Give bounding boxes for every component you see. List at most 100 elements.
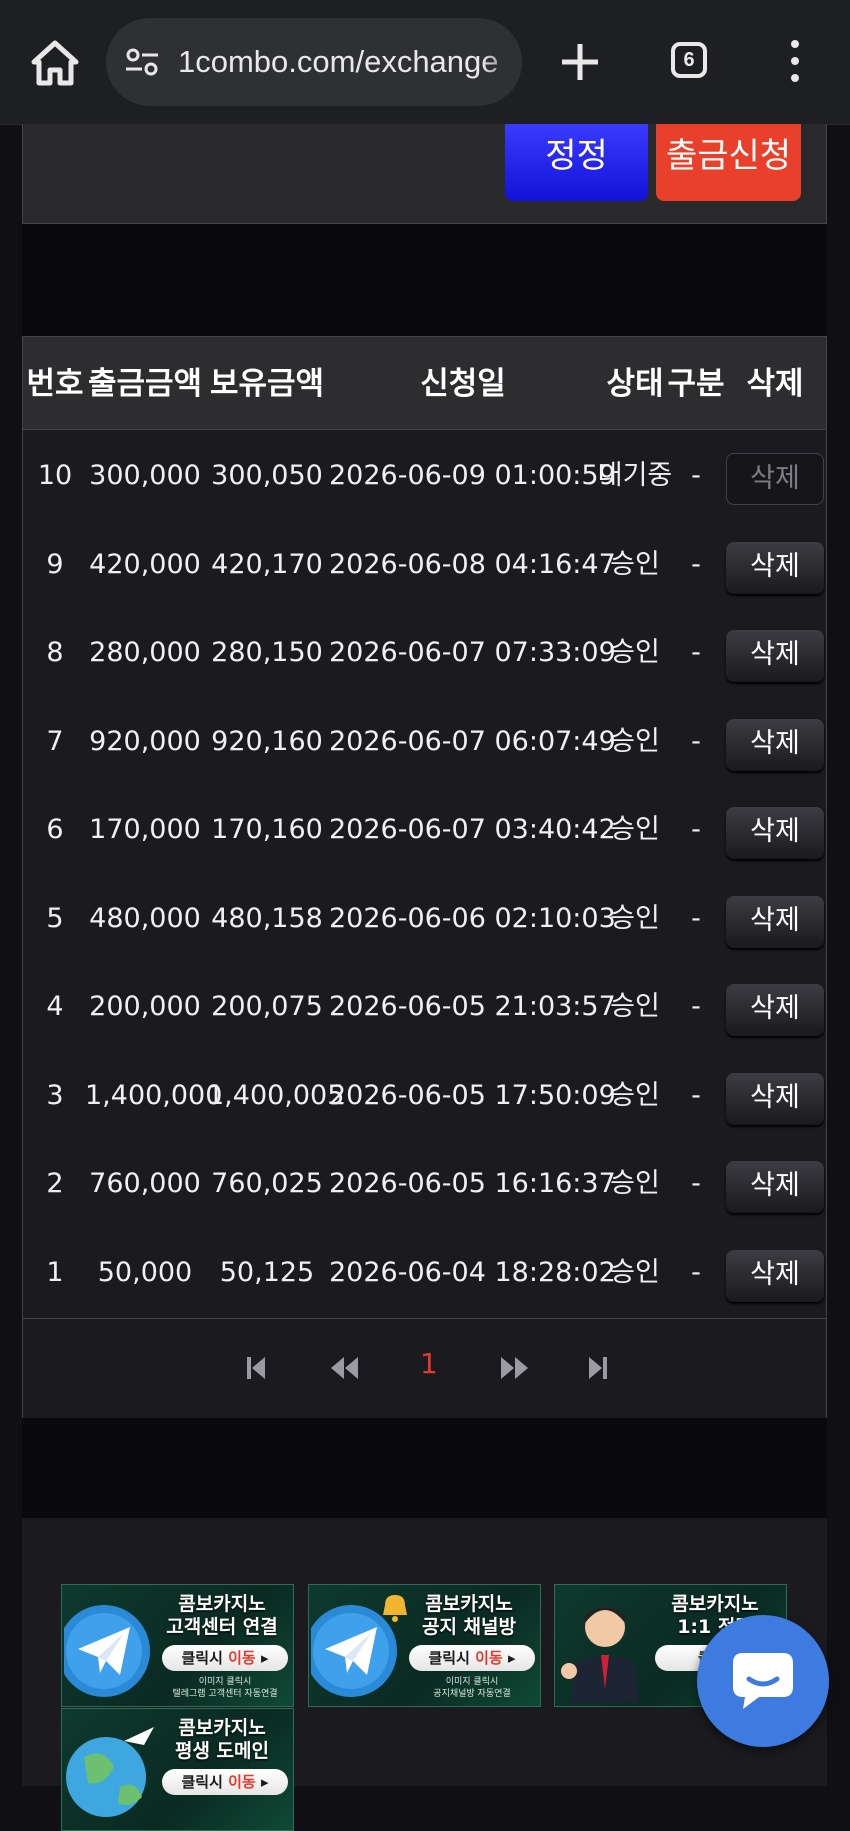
cell-holding-amount: 1,400,005 [207,1079,345,1111]
banner-note: 이미지 클릭시 [445,1677,499,1687]
pill-prefix: 클릭시 [428,1649,476,1667]
cell-withdraw-amount: 1,400,000 [85,1079,223,1111]
new-tab-icon[interactable] [556,38,604,86]
correct-button[interactable]: 정정 [505,124,648,201]
cell-category: - [691,460,701,491]
pill-prefix: 클릭시 [181,1773,229,1791]
live-chat-button[interactable] [697,1615,829,1747]
cell-request-date: 2026-06-07 07:33:09 [329,637,616,668]
cell-request-date: 2026-06-06 02:10:03 [329,902,616,934]
banner-title: 콤보카지노 [671,1593,759,1615]
banner-click-pill[interactable]: 클릭시 이동 ▸ [409,1645,535,1671]
home-icon[interactable] [28,38,82,88]
banner-link[interactable]: 콤보카지노 평생 도메인클릭시 이동 ▸ [61,1708,294,1831]
cell-request-date: 2026-06-09 01:00:59 [329,460,616,491]
page-1-link[interactable]: 1 [420,1347,438,1380]
banner-subtitle: 평생 도메인 [174,1740,269,1762]
cell-holding-amount: 480,158 [211,902,323,934]
cell-holding-amount: 300,050 [211,460,323,491]
cell-no: 9 [46,548,64,580]
banner-note-detail: 텔레그램 고객센터 자동연결 [172,1689,278,1699]
next-page-icon[interactable] [497,1351,531,1385]
banner-title: 콤보카지노 [425,1593,513,1615]
delete-button[interactable]: 삭제 [726,1161,824,1213]
delete-button[interactable]: 삭제 [726,1249,824,1302]
banner-link[interactable]: 콤보카지노 고객센터 연결 클릭시 이동 ▸ 이미지 클릭시 텔레그램 고객센터 자동연… [61,1584,294,1707]
table-row: 10 300,000 300,050 2026-06-09 01:00:59 대기중 - 삭… [23,433,826,521]
cell-category: - [691,548,701,580]
tab-switcher-button[interactable]: 6 [671,42,707,78]
table-header: 번호 출금금액 보유금액 신청일 상태 구분 삭제 [23,337,826,430]
more-menu-icon[interactable] [783,40,807,86]
pagination: 1 [23,1318,826,1418]
delete-button[interactable]: 삭제 [726,807,824,859]
table-row: 2 760,000 760,025 2026-06-05 16:16:37 승인 - 삭제 [23,1141,826,1229]
cell-category: - [691,725,701,757]
cell-no: 2 [46,1168,64,1199]
table-row: 4 200,000 200,075 2026-06-05 21:03:57 승인 - 삭제 [23,964,826,1052]
cell-holding-amount: 200,075 [211,991,323,1022]
cell-no: 8 [46,637,64,668]
cell-request-date: 2026-06-05 17:50:09 [329,1079,616,1111]
banner-title: 콤보카지노 [178,1593,266,1615]
section-divider-bottom [22,1418,827,1518]
url-fade [482,18,522,106]
pill-action: 이동 [475,1649,503,1667]
cell-request-date: 2026-06-04 18:28:02 [329,1256,616,1288]
header-withdraw-amount: 출금금액 [87,366,203,402]
cell-holding-amount: 170,160 [211,814,323,845]
prev-page-icon[interactable] [328,1351,362,1385]
cell-withdraw-amount: 50,000 [97,1256,193,1288]
cell-category: - [691,902,701,934]
banner-click-pill[interactable]: 클릭시 이동 ▸ [162,1645,288,1671]
banner-note: 이미지 클릭시 [198,1677,252,1687]
banner-subtitle: 공지 채널방 [421,1616,516,1638]
cell-no: 10 [37,460,73,491]
pill-action: 이동 [228,1649,256,1667]
table-row: 6 170,000 170,160 2026-06-07 03:40:42 승인 - 삭제 [23,787,826,875]
cell-request-date: 2026-06-07 06:07:49 [329,725,616,757]
last-page-icon[interactable] [587,1351,609,1385]
table-row: 3 1,400,000 1,400,005 2026-06-05 17:50:09 승인… [23,1053,826,1141]
banner-title: 콤보카지노 [178,1717,266,1739]
url-text: 1combo.com/exchange [178,44,499,79]
cell-category: - [691,1256,701,1288]
first-page-icon[interactable] [245,1351,267,1385]
pill-action: 이동 [228,1773,256,1791]
table-row: 7 920,000 920,160 2026-06-07 06:07:49 승인 - 삭제 [23,699,826,787]
header-request-date: 신청일 [420,366,506,402]
banner-click-pill[interactable]: 클릭시 이동 ▸ [162,1769,288,1795]
section-divider [22,224,827,336]
cell-holding-amount: 420,170 [211,548,323,580]
header-no: 번호 [26,366,84,402]
cell-withdraw-amount: 200,000 [89,991,201,1022]
delete-button[interactable]: 삭제 [726,984,824,1036]
cell-no: 7 [46,725,64,757]
cell-category: - [691,991,701,1022]
cell-request-date: 2026-06-05 21:03:57 [329,991,616,1022]
address-bar[interactable]: 1combo.com/exchange [106,18,522,106]
cell-withdraw-amount: 280,000 [89,637,201,668]
header-delete: 삭제 [746,366,804,402]
delete-button[interactable]: 삭제 [726,630,824,682]
browser-toolbar: 1combo.com/exchange 6 [0,0,850,125]
site-settings-icon[interactable] [124,46,160,78]
cell-no: 4 [46,991,64,1022]
cell-withdraw-amount: 170,000 [89,814,201,845]
withdraw-request-button[interactable]: 출금신청 [656,124,801,201]
delete-button[interactable]: 삭제 [726,541,824,594]
header-category: 구분 [667,366,725,402]
delete-button[interactable]: 삭제 [726,1072,824,1125]
cell-withdraw-amount: 920,000 [89,725,201,757]
banner-link[interactable]: 콤보카지노 공지 채널방클릭시 이동 ▸ 이미지 클릭시공지채널방 자동연결 [308,1584,541,1707]
cell-category: - [691,814,701,845]
delete-button[interactable]: 삭제 [726,718,824,771]
header-holding-amount: 보유금액 [209,366,325,402]
cell-holding-amount: 920,160 [211,725,323,757]
cell-no: 5 [46,902,64,934]
cell-holding-amount: 280,150 [211,637,323,668]
delete-button[interactable]: 삭제 [726,895,824,948]
banner-note-detail: 공지채널방 자동연결 [433,1689,511,1699]
cell-withdraw-amount: 300,000 [89,460,201,491]
delete-button[interactable]: 삭제 [726,453,824,505]
